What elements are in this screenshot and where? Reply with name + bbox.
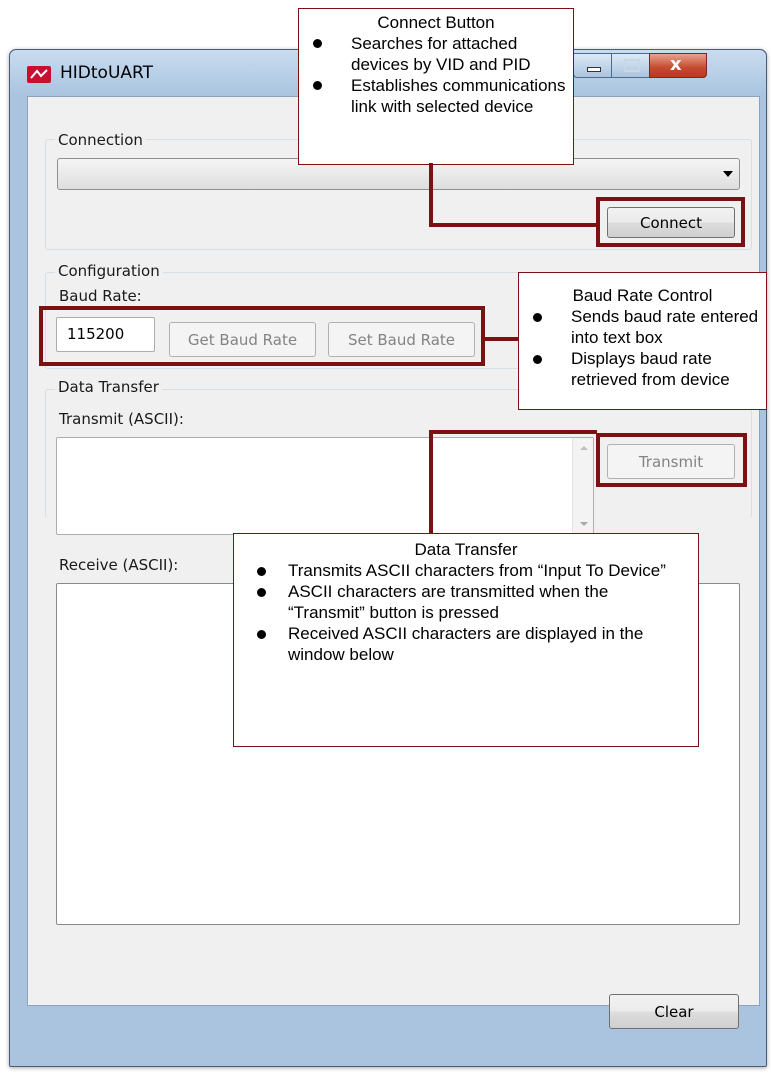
window-title: HIDtoUART <box>60 63 153 83</box>
scroll-down-icon <box>580 522 588 526</box>
connect-callout-connector <box>429 163 433 227</box>
data-callout-bullet: Transmits ASCII characters from “Input T… <box>234 560 674 581</box>
data-callout-bullet: Received ASCII characters are displayed … <box>234 623 674 665</box>
close-icon: x <box>670 54 682 75</box>
data-callout: Data Transfer Transmits ASCII characters… <box>233 533 699 747</box>
baud-callout-title: Baud Rate Control <box>572 286 713 305</box>
minimize-icon <box>587 67 601 72</box>
app-logo-icon <box>27 66 51 83</box>
data-callout-connector <box>429 430 433 534</box>
baud-callout-bullet: Displays baud rate retrieved from device <box>519 348 766 390</box>
scroll-up-icon <box>580 446 588 450</box>
connection-group-label: Connection <box>55 131 146 149</box>
receive-label: Receive (ASCII): <box>59 556 179 574</box>
maximize-icon <box>624 59 640 72</box>
data-transfer-group-label: Data Transfer <box>55 378 162 396</box>
baud-callout-connector <box>485 337 519 341</box>
data-callout-bullet: ASCII characters are transmitted when th… <box>234 581 674 623</box>
chevron-down-icon <box>723 171 733 177</box>
minimize-button[interactable] <box>573 53 613 78</box>
transmit-label: Transmit (ASCII): <box>59 410 184 428</box>
data-callout-title: Data Transfer <box>414 540 518 559</box>
configuration-group-label: Configuration <box>55 262 163 280</box>
connect-callout: Connect Button Searches for attached dev… <box>298 8 574 165</box>
connect-callout-bullet: Searches for attached devices by VID and… <box>299 33 573 75</box>
data-callout-connector <box>429 430 597 434</box>
transmit-textarea[interactable] <box>56 437 594 535</box>
transmit-scrollbar[interactable] <box>572 438 593 534</box>
baud-callout-bullet: Sends baud rate entered into text box <box>519 306 766 348</box>
clear-button[interactable]: Clear <box>609 994 739 1029</box>
baud-highlight <box>39 306 485 366</box>
connect-callout-bullet: Establishes communications link with sel… <box>299 75 573 117</box>
transmit-highlight <box>596 433 747 487</box>
close-button[interactable]: x <box>649 53 707 78</box>
maximize-button[interactable] <box>611 53 651 78</box>
connect-callout-title: Connect Button <box>377 13 495 32</box>
baud-rate-label: Baud Rate: <box>59 287 142 305</box>
connect-highlight <box>596 197 745 247</box>
connect-callout-connector <box>429 223 599 227</box>
baud-callout: Baud Rate Control Sends baud rate entere… <box>518 272 767 410</box>
